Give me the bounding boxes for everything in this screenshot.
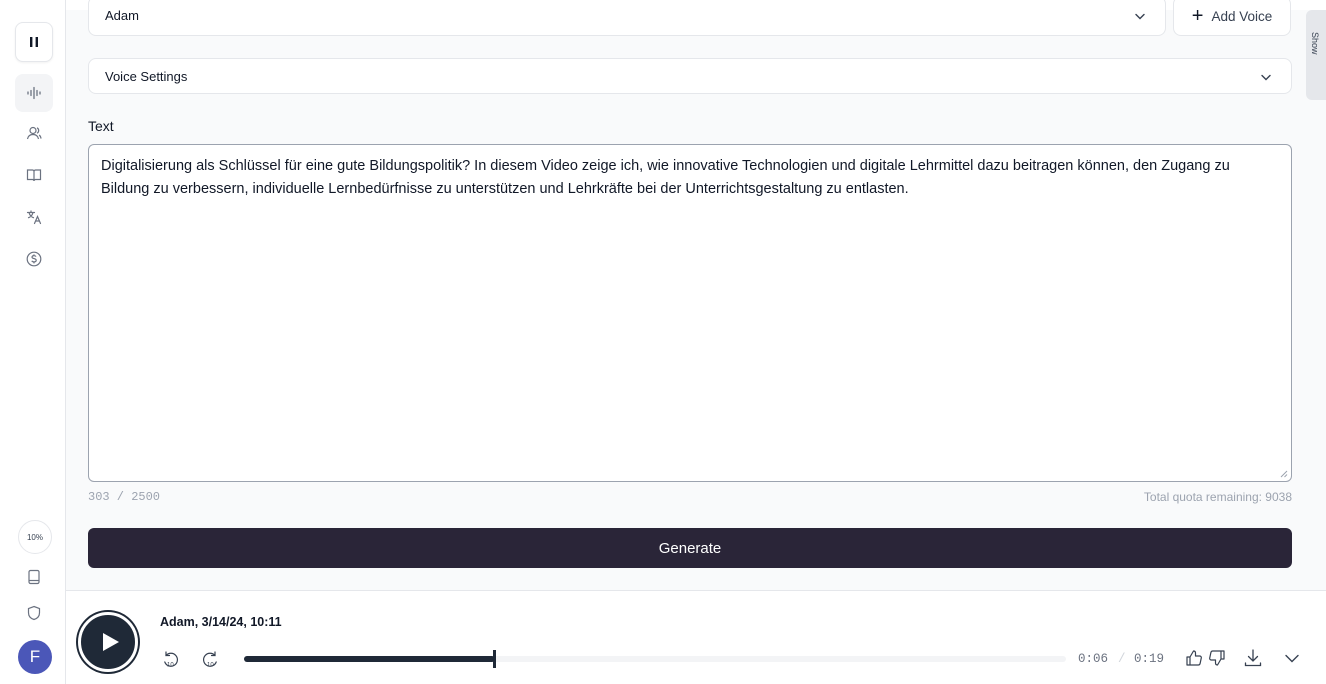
add-voice-button[interactable]: + Add Voice <box>1173 0 1291 36</box>
generate-button[interactable]: Generate <box>88 528 1292 568</box>
quota-remaining: Total quota remaining: 9038 <box>1143 490 1292 504</box>
playback-progress-fill <box>244 656 495 662</box>
text-input-value: Digitalisierung als Schlüssel für eine g… <box>101 158 1230 197</box>
book-icon <box>26 169 42 182</box>
rewind-10-icon[interactable]: 10 <box>160 649 182 671</box>
add-voice-label: Add Voice <box>1211 8 1273 24</box>
voice-select[interactable]: Adam <box>88 0 1166 36</box>
sidebar-item-privacy[interactable] <box>15 594 53 632</box>
svg-text:10: 10 <box>207 663 214 669</box>
total-time: 0:19 <box>1134 652 1165 666</box>
sidebar-item-docs[interactable] <box>15 558 53 596</box>
audio-player: Adam, 3/14/24, 10:11 10 10 0:06 / 0:19 <box>66 590 1326 684</box>
translate-icon <box>26 210 42 225</box>
avatar[interactable]: F <box>18 640 52 674</box>
play-icon <box>103 633 119 651</box>
sidebar-item-billing[interactable] <box>15 240 53 278</box>
generate-label: Generate <box>658 539 722 557</box>
chevron-down-icon[interactable] <box>1281 647 1303 669</box>
current-time: 0:06 <box>1078 652 1109 666</box>
text-label: Text <box>88 118 114 134</box>
thumbs-up-icon[interactable] <box>1183 647 1205 669</box>
show-tab-label: Show <box>1310 32 1320 55</box>
sidebar-item-library[interactable] <box>15 156 53 194</box>
time-separator: / <box>1118 652 1126 666</box>
plus-icon: + <box>1191 5 1204 27</box>
playback-progress-bar[interactable] <box>244 650 1066 668</box>
users-icon <box>26 126 42 140</box>
shield-icon <box>27 605 41 621</box>
sidebar: 10% F <box>0 0 66 684</box>
avatar-initial: F <box>29 647 41 666</box>
voice-select-value: Adam <box>105 8 139 23</box>
forward-10-icon[interactable]: 10 <box>199 649 221 671</box>
pause-button[interactable] <box>15 22 53 62</box>
show-panel-tab[interactable]: Show <box>1306 10 1326 100</box>
quota-progress-label: 10% <box>26 532 43 542</box>
sidebar-item-speech[interactable] <box>15 74 53 112</box>
main-panel: Adam + Add Voice Show Voice Settings Tex… <box>66 0 1326 590</box>
chevron-down-icon <box>1135 13 1145 20</box>
play-button[interactable] <box>78 612 138 672</box>
playback-scrubber-handle[interactable] <box>493 650 496 668</box>
waveform-icon <box>27 86 41 100</box>
voice-settings-label: Voice Settings <box>105 69 188 84</box>
character-counter: 303 / 2500 <box>88 490 161 504</box>
download-icon[interactable] <box>1242 647 1264 669</box>
chevron-down-icon <box>1261 74 1271 81</box>
dollar-circle-icon <box>26 251 42 267</box>
resize-handle-icon[interactable] <box>1279 469 1288 478</box>
voice-settings-accordion[interactable]: Voice Settings <box>88 58 1292 94</box>
thumbs-down-icon[interactable] <box>1206 647 1228 669</box>
sidebar-item-translate[interactable] <box>15 198 53 236</box>
track-title: Adam, 3/14/24, 10:11 <box>160 615 282 629</box>
quota-progress-badge[interactable]: 10% <box>18 520 52 554</box>
svg-text:10: 10 <box>167 663 174 669</box>
sidebar-item-voices[interactable] <box>15 114 53 152</box>
pause-icon <box>30 37 38 47</box>
book-closed-icon <box>28 569 40 585</box>
text-input[interactable]: Digitalisierung als Schlüssel für eine g… <box>88 144 1292 482</box>
